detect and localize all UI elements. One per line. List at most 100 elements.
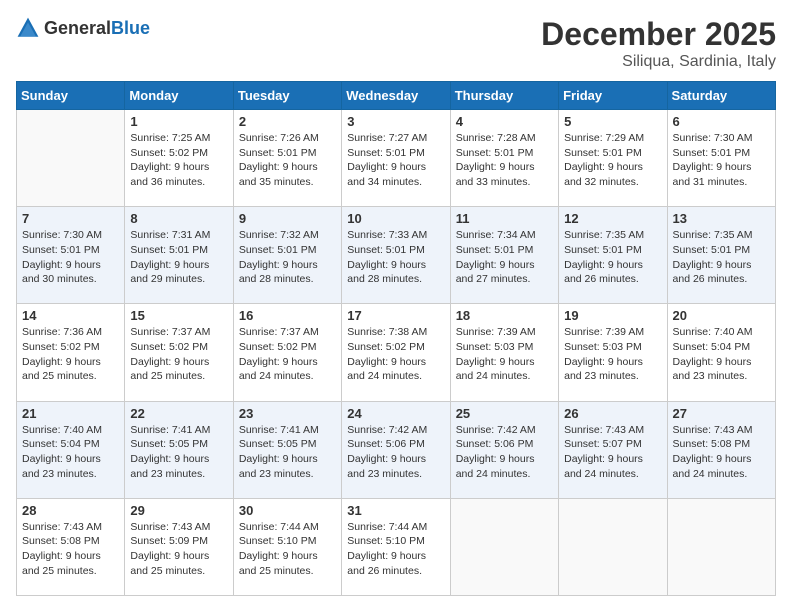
- day-info: Sunrise: 7:42 AM Sunset: 5:06 PM Dayligh…: [456, 423, 553, 482]
- logo: GeneralBlue: [16, 16, 150, 40]
- day-info: Sunrise: 7:40 AM Sunset: 5:04 PM Dayligh…: [673, 325, 770, 384]
- day-info: Sunrise: 7:30 AM Sunset: 5:01 PM Dayligh…: [673, 131, 770, 190]
- calendar-cell: 7Sunrise: 7:30 AM Sunset: 5:01 PM Daylig…: [17, 207, 125, 304]
- day-number: 11: [456, 211, 553, 226]
- month-title: December 2025: [541, 16, 776, 53]
- calendar-cell: 5 Sunrise: 7:29 AM Sunset: 5:01 PM Daylig…: [559, 110, 667, 207]
- day-info: Sunrise: 7:44 AM Sunset: 5:10 PM Dayligh…: [239, 520, 336, 579]
- calendar-cell: 25 Sunrise: 7:42 AM Sunset: 5:06 PM Dayli…: [450, 401, 558, 498]
- calendar-cell: 15 Sunrise: 7:37 AM Sunset: 5:02 PM Dayli…: [125, 304, 233, 401]
- day-number: 3: [347, 114, 444, 129]
- weekday-header: Tuesday: [233, 82, 341, 110]
- day-number: 18: [456, 308, 553, 323]
- calendar-cell: 3Sunrise: 7:27 AM Sunset: 5:01 PM Daylig…: [342, 110, 450, 207]
- calendar-cell: 22 Sunrise: 7:41 AM Sunset: 5:05 PM Dayli…: [125, 401, 233, 498]
- day-number: 16: [239, 308, 336, 323]
- day-number: 28: [22, 503, 119, 518]
- day-info: Sunrise: 7:41 AM Sunset: 5:05 PM Dayligh…: [239, 423, 336, 482]
- weekday-header: Monday: [125, 82, 233, 110]
- day-number: 2: [239, 114, 336, 129]
- day-info: Sunrise: 7:41 AM Sunset: 5:05 PM Dayligh…: [130, 423, 227, 482]
- day-number: 13: [673, 211, 770, 226]
- day-info: Sunrise: 7:29 AM Sunset: 5:01 PM Dayligh…: [564, 131, 661, 190]
- logo-blue: Blue: [111, 18, 150, 38]
- calendar-cell: 24 Sunrise: 7:42 AM Sunset: 5:06 PM Dayli…: [342, 401, 450, 498]
- weekday-header: Thursday: [450, 82, 558, 110]
- day-info: Sunrise: 7:31 AM Sunset: 5:01 PM Dayligh…: [130, 228, 227, 287]
- day-info: Sunrise: 7:43 AM Sunset: 5:08 PM Dayligh…: [673, 423, 770, 482]
- day-info: Sunrise: 7:42 AM Sunset: 5:06 PM Dayligh…: [347, 423, 444, 482]
- calendar-table: SundayMondayTuesdayWednesdayThursdayFrid…: [16, 81, 776, 596]
- calendar-cell: 13Sunrise: 7:35 AM Sunset: 5:01 PM Dayli…: [667, 207, 775, 304]
- day-number: 23: [239, 406, 336, 421]
- day-number: 4: [456, 114, 553, 129]
- day-info: Sunrise: 7:28 AM Sunset: 5:01 PM Dayligh…: [456, 131, 553, 190]
- calendar-cell: 2 Sunrise: 7:26 AM Sunset: 5:01 PM Daylig…: [233, 110, 341, 207]
- day-number: 24: [347, 406, 444, 421]
- day-number: 9: [239, 211, 336, 226]
- calendar-cell: 8 Sunrise: 7:31 AM Sunset: 5:01 PM Daylig…: [125, 207, 233, 304]
- day-number: 22: [130, 406, 227, 421]
- day-number: 8: [130, 211, 227, 226]
- day-number: 17: [347, 308, 444, 323]
- title-section: December 2025 Siliqua, Sardinia, Italy: [541, 16, 776, 71]
- day-info: Sunrise: 7:33 AM Sunset: 5:01 PM Dayligh…: [347, 228, 444, 287]
- calendar-cell: 11Sunrise: 7:34 AM Sunset: 5:01 PM Dayli…: [450, 207, 558, 304]
- day-info: Sunrise: 7:37 AM Sunset: 5:02 PM Dayligh…: [239, 325, 336, 384]
- calendar-week-row: 21 Sunrise: 7:40 AM Sunset: 5:04 PM Dayli…: [17, 401, 776, 498]
- day-info: Sunrise: 7:44 AM Sunset: 5:10 PM Dayligh…: [347, 520, 444, 579]
- day-info: Sunrise: 7:36 AM Sunset: 5:02 PM Dayligh…: [22, 325, 119, 384]
- calendar-cell: 12 Sunrise: 7:35 AM Sunset: 5:01 PM Dayli…: [559, 207, 667, 304]
- day-info: Sunrise: 7:32 AM Sunset: 5:01 PM Dayligh…: [239, 228, 336, 287]
- day-info: Sunrise: 7:43 AM Sunset: 5:09 PM Dayligh…: [130, 520, 227, 579]
- day-number: 26: [564, 406, 661, 421]
- page-header: GeneralBlue December 2025 Siliqua, Sardi…: [16, 16, 776, 71]
- day-info: Sunrise: 7:26 AM Sunset: 5:01 PM Dayligh…: [239, 131, 336, 190]
- calendar-cell: 9 Sunrise: 7:32 AM Sunset: 5:01 PM Daylig…: [233, 207, 341, 304]
- day-info: Sunrise: 7:37 AM Sunset: 5:02 PM Dayligh…: [130, 325, 227, 384]
- day-number: 15: [130, 308, 227, 323]
- calendar-cell: [450, 498, 558, 595]
- calendar-cell: 31 Sunrise: 7:44 AM Sunset: 5:10 PM Dayli…: [342, 498, 450, 595]
- day-number: 30: [239, 503, 336, 518]
- day-number: 25: [456, 406, 553, 421]
- calendar-cell: [667, 498, 775, 595]
- day-info: Sunrise: 7:35 AM Sunset: 5:01 PM Dayligh…: [564, 228, 661, 287]
- day-number: 12: [564, 211, 661, 226]
- weekday-header: Wednesday: [342, 82, 450, 110]
- calendar-cell: 23 Sunrise: 7:41 AM Sunset: 5:05 PM Dayli…: [233, 401, 341, 498]
- logo-icon: [16, 16, 40, 40]
- weekday-header: Sunday: [17, 82, 125, 110]
- day-info: Sunrise: 7:40 AM Sunset: 5:04 PM Dayligh…: [22, 423, 119, 482]
- calendar-week-row: 7Sunrise: 7:30 AM Sunset: 5:01 PM Daylig…: [17, 207, 776, 304]
- day-number: 21: [22, 406, 119, 421]
- day-info: Sunrise: 7:43 AM Sunset: 5:08 PM Dayligh…: [22, 520, 119, 579]
- calendar-cell: [559, 498, 667, 595]
- day-info: Sunrise: 7:25 AM Sunset: 5:02 PM Dayligh…: [130, 131, 227, 190]
- calendar-cell: 18Sunrise: 7:39 AM Sunset: 5:03 PM Dayli…: [450, 304, 558, 401]
- weekday-header: Friday: [559, 82, 667, 110]
- calendar-cell: 28 Sunrise: 7:43 AM Sunset: 5:08 PM Dayli…: [17, 498, 125, 595]
- calendar-cell: 21 Sunrise: 7:40 AM Sunset: 5:04 PM Dayli…: [17, 401, 125, 498]
- day-number: 31: [347, 503, 444, 518]
- calendar-cell: 10 Sunrise: 7:33 AM Sunset: 5:01 PM Dayli…: [342, 207, 450, 304]
- weekday-header: Saturday: [667, 82, 775, 110]
- calendar-cell: 17 Sunrise: 7:38 AM Sunset: 5:02 PM Dayli…: [342, 304, 450, 401]
- day-number: 20: [673, 308, 770, 323]
- calendar-cell: 30 Sunrise: 7:44 AM Sunset: 5:10 PM Dayli…: [233, 498, 341, 595]
- calendar-week-row: 14Sunrise: 7:36 AM Sunset: 5:02 PM Dayli…: [17, 304, 776, 401]
- calendar-week-row: 28 Sunrise: 7:43 AM Sunset: 5:08 PM Dayli…: [17, 498, 776, 595]
- calendar-cell: 6 Sunrise: 7:30 AM Sunset: 5:01 PM Daylig…: [667, 110, 775, 207]
- calendar-cell: 4 Sunrise: 7:28 AM Sunset: 5:01 PM Daylig…: [450, 110, 558, 207]
- day-number: 10: [347, 211, 444, 226]
- day-number: 7: [22, 211, 119, 226]
- calendar-cell: 27Sunrise: 7:43 AM Sunset: 5:08 PM Dayli…: [667, 401, 775, 498]
- calendar-cell: 14Sunrise: 7:36 AM Sunset: 5:02 PM Dayli…: [17, 304, 125, 401]
- day-info: Sunrise: 7:38 AM Sunset: 5:02 PM Dayligh…: [347, 325, 444, 384]
- calendar-cell: 19Sunrise: 7:39 AM Sunset: 5:03 PM Dayli…: [559, 304, 667, 401]
- day-number: 6: [673, 114, 770, 129]
- day-number: 5: [564, 114, 661, 129]
- calendar-cell: 26Sunrise: 7:43 AM Sunset: 5:07 PM Dayli…: [559, 401, 667, 498]
- day-info: Sunrise: 7:39 AM Sunset: 5:03 PM Dayligh…: [564, 325, 661, 384]
- calendar-cell: 16 Sunrise: 7:37 AM Sunset: 5:02 PM Dayli…: [233, 304, 341, 401]
